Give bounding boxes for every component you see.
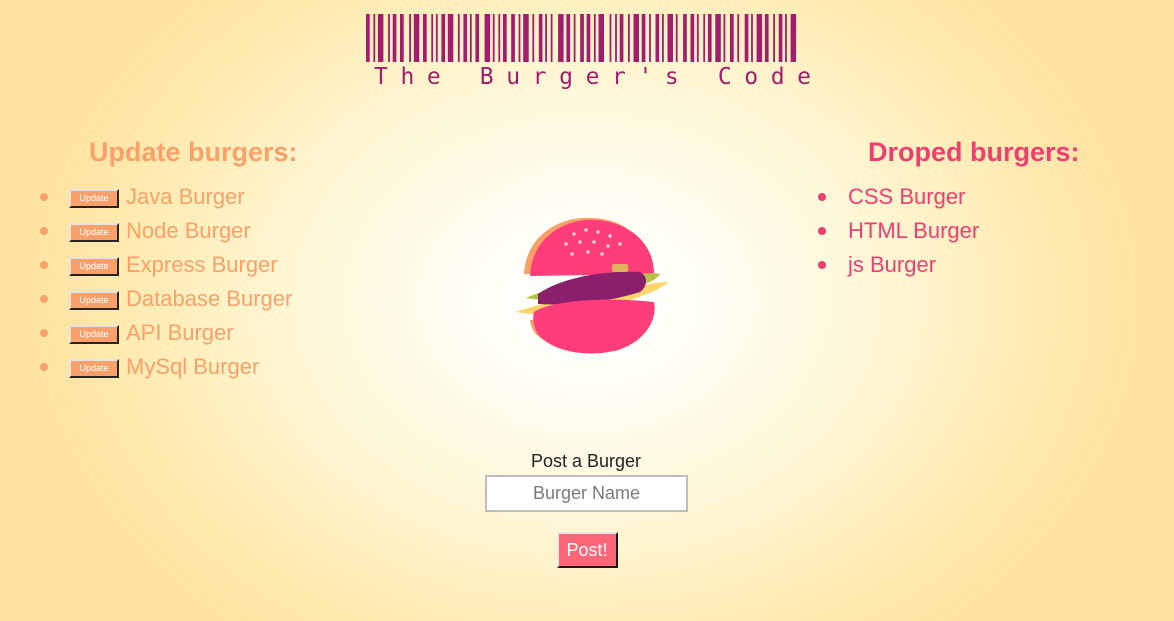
post-burger-form: Post a Burger Post!	[484, 448, 688, 568]
burger-name: Node Burger	[126, 218, 251, 243]
list-item: Update Database Burger	[40, 282, 360, 316]
list-item: Update MySql Burger	[40, 350, 360, 384]
bullet-icon	[818, 227, 826, 235]
burger-icon	[516, 217, 668, 354]
bullet-icon	[40, 261, 48, 269]
bullet-icon	[40, 227, 48, 235]
post-burger-label: Post a Burger	[530, 451, 642, 471]
site-title: The Burger's Code	[374, 64, 824, 90]
bullet-icon	[818, 261, 826, 269]
burger-name: MySql Burger	[126, 354, 260, 379]
list-item: Update Java Burger	[40, 180, 360, 214]
burger-name: js Burger	[848, 252, 937, 277]
burger-name: CSS Burger	[848, 184, 966, 209]
dropped-burgers-panel: Droped burgers: CSS Burger HTML Burger j…	[818, 134, 1138, 282]
burger-name-input[interactable]	[485, 475, 688, 512]
barcode-icon	[366, 14, 797, 62]
update-burgers-panel: Update burgers: Update Java Burger Updat…	[40, 134, 360, 384]
bullet-icon	[40, 363, 48, 371]
update-button[interactable]: Update	[69, 325, 119, 344]
dropped-burgers-heading: Droped burgers:	[868, 137, 1080, 167]
bullet-icon	[40, 329, 48, 337]
dropped-burgers-list: CSS Burger HTML Burger js Burger	[818, 180, 1138, 282]
list-item: CSS Burger	[818, 180, 1138, 214]
burger-name: API Burger	[126, 320, 234, 345]
update-button[interactable]: Update	[69, 359, 119, 378]
bullet-icon	[40, 295, 48, 303]
update-burgers-heading: Update burgers:	[89, 137, 298, 167]
list-item: Update API Burger	[40, 316, 360, 350]
burger-name: Database Burger	[126, 286, 293, 311]
bullet-icon	[40, 193, 48, 201]
burger-name: Java Burger	[126, 184, 245, 209]
list-item: Update Express Burger	[40, 248, 360, 282]
bullet-icon	[818, 193, 826, 201]
burger-name: HTML Burger	[848, 218, 980, 243]
update-button[interactable]: Update	[69, 291, 119, 310]
site-header: The Burger's Code	[366, 14, 811, 94]
list-item: js Burger	[818, 248, 1138, 282]
list-item: HTML Burger	[818, 214, 1138, 248]
update-button[interactable]: Update	[69, 257, 119, 276]
post-button[interactable]: Post!	[556, 532, 618, 568]
list-item: Update Node Burger	[40, 214, 360, 248]
update-burgers-list: Update Java Burger Update Node Burger Up…	[40, 180, 360, 384]
burger-name: Express Burger	[126, 252, 278, 277]
update-button[interactable]: Update	[69, 223, 119, 242]
update-button[interactable]: Update	[69, 189, 119, 208]
